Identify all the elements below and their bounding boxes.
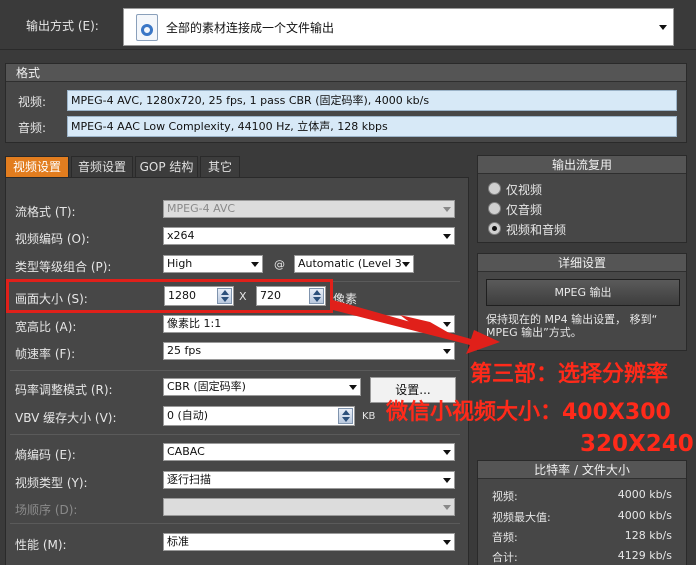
annotation-size-1: 微信小视频大小：400X300 [386,400,671,425]
arrow-secondary [400,315,470,345]
annotation-size-2: 320X240 [580,431,694,457]
annotation-arrows [333,300,500,354]
annotation-step-title: 第三部：选择分辨率 [470,362,669,387]
